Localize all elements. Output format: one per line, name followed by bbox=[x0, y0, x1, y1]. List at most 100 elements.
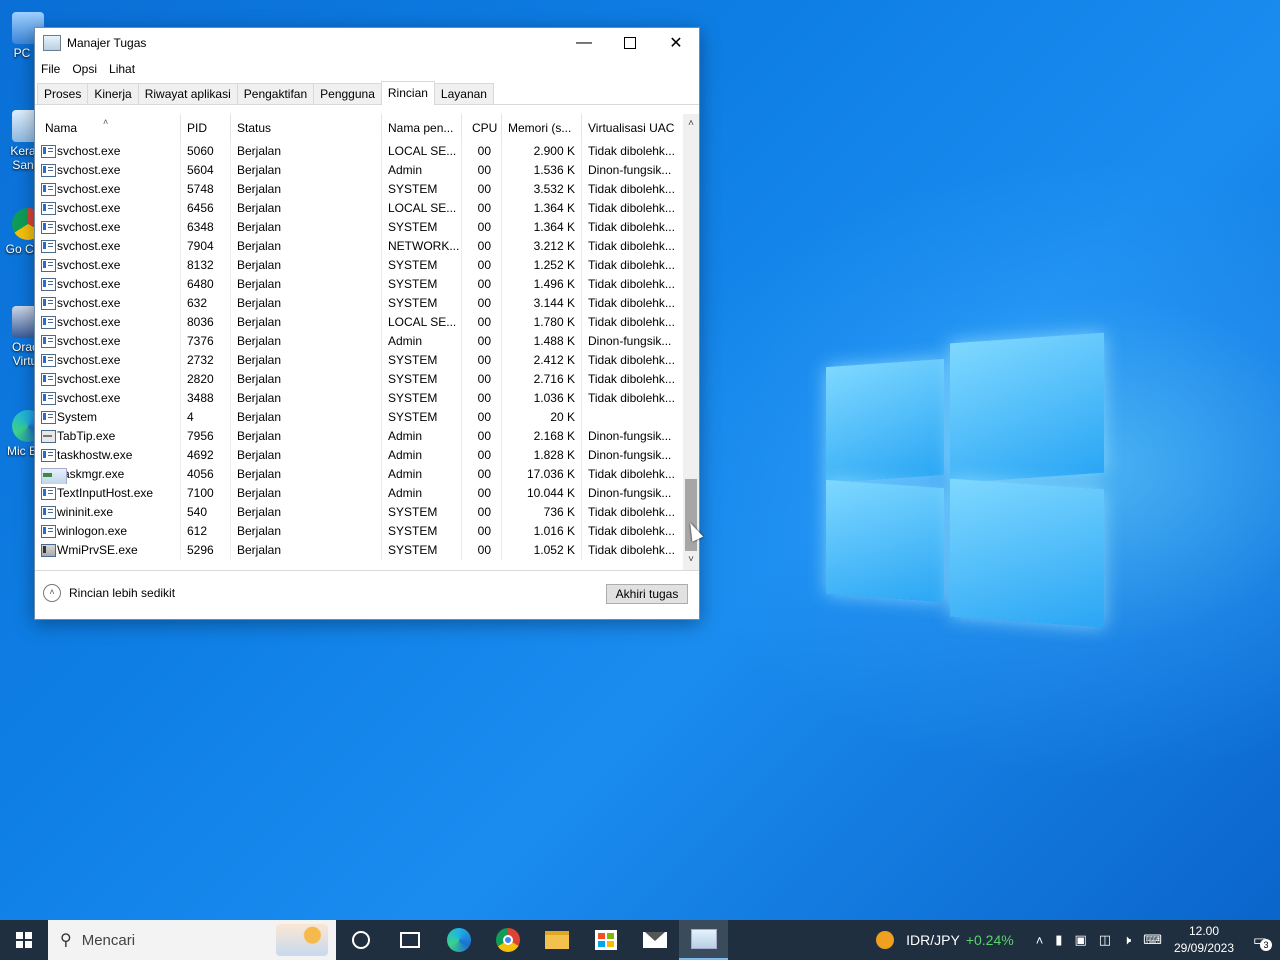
cell-cpu: 00 bbox=[462, 503, 502, 522]
close-icon: ✕ bbox=[669, 35, 683, 52]
task-manager-icon bbox=[43, 35, 61, 51]
table-row[interactable]: svchost.exe 6348 Berjalan SYSTEM 00 1.364 K Ti… bbox=[35, 218, 683, 237]
fewer-details-toggle[interactable]: ˄ Rincian lebih sedikit bbox=[43, 584, 175, 602]
table-row[interactable]: System 4 Berjalan SYSTEM 00 20 K bbox=[35, 408, 683, 427]
column-header-user[interactable]: Nama pen... bbox=[382, 114, 462, 142]
menu-file[interactable]: File bbox=[41, 62, 60, 76]
cortana-button[interactable] bbox=[336, 920, 385, 960]
table-row[interactable]: wininit.exe 540 Berjalan SYSTEM 00 736 K Tidak… bbox=[35, 503, 683, 522]
tab-app-history[interactable]: Riwayat aplikasi bbox=[137, 83, 238, 104]
process-icon bbox=[41, 183, 56, 196]
cell-uac: Tidak dibolehk... bbox=[588, 353, 675, 367]
clock-date: 29/09/2023 bbox=[1173, 941, 1235, 955]
tablet-icon[interactable]: ▮ bbox=[1055, 932, 1062, 948]
minimize-button[interactable]: — bbox=[561, 28, 607, 58]
table-row[interactable]: taskhostw.exe 4692 Berjalan Admin 00 1.828 K D… bbox=[35, 446, 683, 465]
taskbar: ⚲ Mencari IDR/JPY +0.24% ˄ ▮ ▣ ◫ 🕨 ⌨ 12.… bbox=[0, 920, 1280, 960]
process-icon bbox=[41, 297, 56, 310]
column-header-memory[interactable]: Memori (s... bbox=[502, 114, 582, 142]
store-icon bbox=[594, 930, 617, 950]
menu-options[interactable]: Opsi bbox=[72, 62, 97, 76]
taskbar-edge[interactable] bbox=[434, 920, 483, 960]
chevron-up-icon[interactable]: ˄ bbox=[1036, 933, 1044, 948]
table-row[interactable]: svchost.exe 6456 Berjalan LOCAL SE... 00 1.36… bbox=[35, 199, 683, 218]
tab-services[interactable]: Layanan bbox=[433, 83, 494, 104]
tab-startup[interactable]: Pengaktifan bbox=[236, 83, 315, 104]
column-header-cpu[interactable]: CPU bbox=[462, 114, 502, 142]
tab-users[interactable]: Pengguna bbox=[313, 83, 382, 104]
cell-user: SYSTEM bbox=[382, 503, 462, 522]
table-row[interactable]: svchost.exe 3488 Berjalan SYSTEM 00 1.036 K Ti… bbox=[35, 389, 683, 408]
taskbar-file-explorer[interactable] bbox=[532, 920, 581, 960]
cell-status: Berjalan bbox=[231, 180, 382, 199]
table-row[interactable]: svchost.exe 2732 Berjalan SYSTEM 00 2.412 K Ti… bbox=[35, 351, 683, 370]
cell-status: Berjalan bbox=[231, 389, 382, 408]
cell-pid: 7904 bbox=[181, 237, 231, 256]
meet-now-icon[interactable]: ▣ bbox=[1074, 932, 1086, 948]
clock[interactable]: 12.00 29/09/2023 bbox=[1168, 923, 1240, 957]
cell-cpu: 00 bbox=[462, 313, 502, 332]
table-row[interactable]: svchost.exe 5748 Berjalan SYSTEM 00 3.532 K Ti… bbox=[35, 180, 683, 199]
cell-mem: 20 K bbox=[502, 408, 582, 427]
scroll-down-icon[interactable]: ˅ bbox=[683, 552, 699, 568]
cell-mem: 1.780 K bbox=[502, 313, 582, 332]
table-row[interactable]: TextInputHost.exe 7100 Berjalan Admin 00 10.0… bbox=[35, 484, 683, 503]
table-row[interactable]: svchost.exe 5060 Berjalan LOCAL SE... 00 2.90… bbox=[35, 142, 683, 161]
process-icon bbox=[41, 354, 56, 367]
keyboard-icon[interactable]: ⌨ bbox=[1143, 932, 1162, 948]
task-view-button[interactable] bbox=[385, 920, 434, 960]
process-icon bbox=[41, 240, 56, 253]
close-button[interactable]: ✕ bbox=[653, 28, 699, 58]
taskbar-mail[interactable] bbox=[630, 920, 679, 960]
column-header-uac[interactable]: Virtualisasi UAC bbox=[582, 114, 683, 142]
tab-processes[interactable]: Proses bbox=[37, 83, 89, 104]
table-row[interactable]: svchost.exe 8036 Berjalan LOCAL SE... 00 1.78… bbox=[35, 313, 683, 332]
menu-view[interactable]: Lihat bbox=[109, 62, 135, 76]
table-row[interactable]: Taskmgr.exe 4056 Berjalan Admin 00 17.036 K Ti… bbox=[35, 465, 683, 484]
table-row[interactable]: svchost.exe 6480 Berjalan SYSTEM 00 1.496 K Ti… bbox=[35, 275, 683, 294]
currency-ticker[interactable]: IDR/JPY +0.24% bbox=[876, 931, 1014, 949]
cell-mem: 1.252 K bbox=[502, 256, 582, 275]
cell-name: svchost.exe bbox=[35, 332, 181, 351]
maximize-button[interactable] bbox=[607, 28, 653, 58]
table-row[interactable]: winlogon.exe 612 Berjalan SYSTEM 00 1.016 K Ti… bbox=[35, 522, 683, 541]
table-row[interactable]: WmiPrvSE.exe 5296 Berjalan SYSTEM 00 1.052 K T… bbox=[35, 541, 683, 560]
cell-pid: 5604 bbox=[181, 161, 231, 180]
details-grid: ˄ Nama PID Status Nama pen... CPU Memori… bbox=[35, 114, 683, 570]
window-title: Manajer Tugas bbox=[67, 36, 147, 50]
tab-performance[interactable]: Kinerja bbox=[87, 83, 139, 104]
volume-muted-icon[interactable]: 🕨 bbox=[1123, 932, 1131, 948]
tab-details[interactable]: Rincian bbox=[380, 81, 435, 105]
table-row[interactable]: TabTip.exe 7956 Berjalan Admin 00 2.168 K Dino… bbox=[35, 427, 683, 446]
column-header-status[interactable]: Status bbox=[231, 114, 382, 142]
end-task-button[interactable]: Akhiri tugas bbox=[606, 584, 688, 604]
process-icon bbox=[41, 278, 56, 291]
notification-center-button[interactable]: ▭ 3 bbox=[1240, 931, 1280, 951]
table-row[interactable]: svchost.exe 5604 Berjalan Admin 00 1.536 K Din… bbox=[35, 161, 683, 180]
cell-cpu: 00 bbox=[462, 142, 502, 161]
taskbar-task-manager[interactable] bbox=[679, 920, 728, 960]
table-row[interactable]: svchost.exe 632 Berjalan SYSTEM 00 3.144 K Tid… bbox=[35, 294, 683, 313]
taskbar-chrome[interactable] bbox=[483, 920, 532, 960]
search-box[interactable]: ⚲ Mencari bbox=[48, 920, 336, 960]
table-row[interactable]: svchost.exe 7376 Berjalan Admin 00 1.488 K Din… bbox=[35, 332, 683, 351]
cell-user: Admin bbox=[382, 332, 462, 351]
rows-container: svchost.exe 5060 Berjalan LOCAL SE... 00 2.90… bbox=[35, 142, 683, 560]
column-header-pid[interactable]: PID bbox=[181, 114, 231, 142]
cell-status: Berjalan bbox=[231, 427, 382, 446]
network-icon[interactable]: ◫ bbox=[1099, 932, 1111, 948]
taskbar-store[interactable] bbox=[581, 920, 630, 960]
table-row[interactable]: svchost.exe 8132 Berjalan SYSTEM 00 1.252 K Ti… bbox=[35, 256, 683, 275]
cell-status: Berjalan bbox=[231, 332, 382, 351]
scroll-up-icon[interactable]: ˄ bbox=[683, 116, 699, 132]
start-button[interactable] bbox=[0, 920, 48, 960]
table-row[interactable]: svchost.exe 7904 Berjalan NETWORK... 00 3.212… bbox=[35, 237, 683, 256]
column-header-name[interactable]: ˄ Nama bbox=[35, 114, 181, 142]
title-bar[interactable]: Manajer Tugas — ✕ bbox=[35, 28, 699, 58]
table-row[interactable]: svchost.exe 2820 Berjalan SYSTEM 00 2.716 K Ti… bbox=[35, 370, 683, 389]
cell-cpu: 00 bbox=[462, 389, 502, 408]
cell-cpu: 00 bbox=[462, 161, 502, 180]
process-icon bbox=[41, 430, 56, 443]
cell-user: Admin bbox=[382, 484, 462, 503]
vertical-scrollbar[interactable]: ˄ ˅ bbox=[683, 114, 699, 570]
